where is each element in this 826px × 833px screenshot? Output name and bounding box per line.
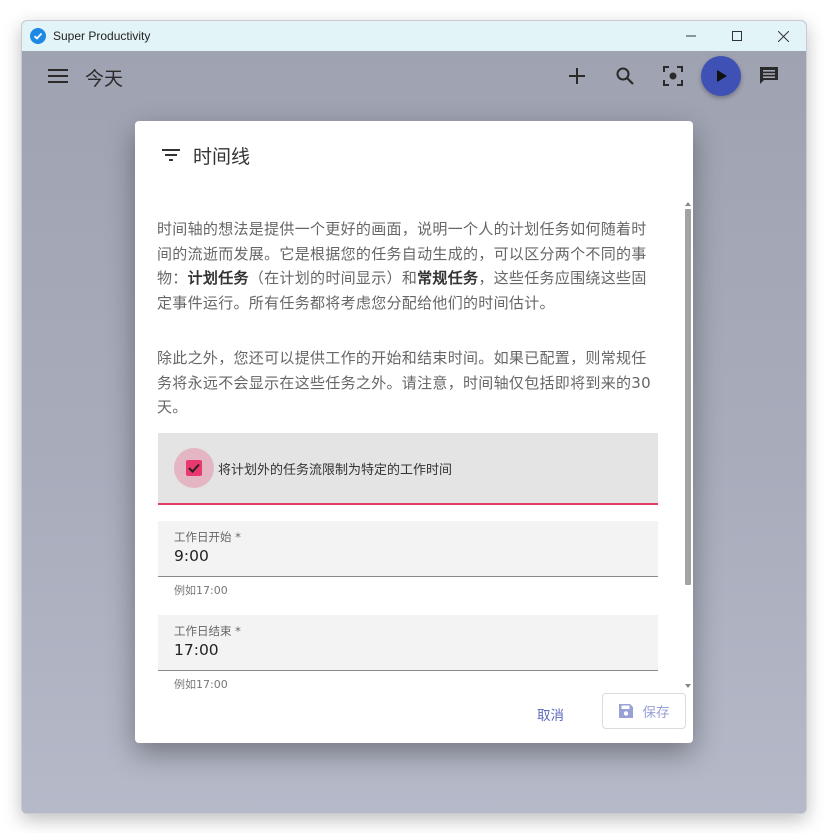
- dialog-content[interactable]: 时间轴的想法是提供一个更好的画面，说明一个人的计划任务如何随着时间的流逝而发展。…: [135, 199, 693, 689]
- window-title: Super Productivity: [53, 29, 151, 43]
- check-icon: [188, 463, 200, 473]
- search-button[interactable]: [607, 58, 643, 94]
- chat-icon: [760, 67, 778, 84]
- minimize-button[interactable]: [668, 21, 714, 51]
- timeline-dialog: 时间线 时间轴的想法是提供一个更好的画面，说明一个人的计划任务如何随着时间的流逝…: [135, 121, 693, 743]
- focus-icon: [663, 66, 683, 86]
- scroll-thumb[interactable]: [685, 209, 691, 585]
- search-icon: [616, 67, 634, 85]
- dialog-header: 时间线: [135, 121, 693, 189]
- page-title: 今天: [85, 68, 124, 90]
- play-icon: [717, 70, 727, 82]
- workday-start-field[interactable]: 工作日开始 * 9:00: [158, 521, 658, 577]
- dialog-scrollbar[interactable]: [684, 201, 692, 689]
- work-hours-paragraph: 除此之外，您还可以提供工作的开始和结束时间。如果已配置，则常规任务将永远不会显示…: [157, 349, 651, 416]
- focus-mode-button[interactable]: [655, 58, 691, 94]
- menu-icon: [48, 69, 68, 83]
- save-icon: [618, 704, 633, 718]
- top-app-bar: 今天: [22, 51, 806, 101]
- workday-end-hint: 例如17:00: [174, 678, 228, 689]
- checkbox-label: 将计划外的任务流限制为特定的工作时间: [218, 463, 453, 478]
- filter-icon: [162, 148, 180, 162]
- scroll-up-arrow-icon: [685, 202, 691, 206]
- play-button[interactable]: [701, 56, 741, 96]
- workday-end-input[interactable]: 17:00: [174, 641, 219, 659]
- minimize-icon: [686, 35, 696, 37]
- dialog-title: 时间线: [193, 145, 251, 168]
- maximize-icon: [732, 31, 742, 41]
- plus-icon: [569, 68, 585, 84]
- limit-work-hours-checkbox-row[interactable]: 将计划外的任务流限制为特定的工作时间: [158, 433, 658, 505]
- app-logo-icon: [30, 28, 46, 44]
- workday-end-label: 工作日结束 *: [174, 624, 241, 638]
- add-task-button[interactable]: [559, 58, 595, 94]
- workday-start-hint: 例如17:00: [174, 584, 228, 597]
- title-bar: Super Productivity: [22, 21, 806, 51]
- limit-work-hours-checkbox[interactable]: [186, 460, 202, 476]
- menu-button[interactable]: [40, 58, 76, 94]
- description-paragraph: 时间轴的想法是提供一个更好的画面，说明一个人的计划任务如何随着时间的流逝而发展。…: [157, 217, 655, 315]
- workday-end-field[interactable]: 工作日结束 * 17:00: [158, 615, 658, 671]
- cancel-button[interactable]: 取消: [537, 701, 564, 731]
- close-window-button[interactable]: [760, 21, 806, 51]
- save-button-label: 保存: [642, 705, 670, 721]
- workday-start-input[interactable]: 9:00: [174, 547, 209, 565]
- notes-button[interactable]: [751, 58, 787, 94]
- maximize-button[interactable]: [714, 21, 760, 51]
- description-text-2: （在计划的时间显示）和: [248, 269, 418, 287]
- app-window: Super Productivity 今天 时间线 时间轴的想法是提供一个更好的…: [21, 20, 807, 814]
- regular-tasks-term: 常规任务: [417, 269, 479, 287]
- planned-tasks-term: 计划任务: [187, 269, 249, 287]
- close-icon: [777, 30, 789, 42]
- workday-start-label: 工作日开始 *: [174, 530, 241, 544]
- dialog-actions: 取消 保存: [135, 689, 693, 743]
- save-button[interactable]: 保存: [602, 693, 686, 729]
